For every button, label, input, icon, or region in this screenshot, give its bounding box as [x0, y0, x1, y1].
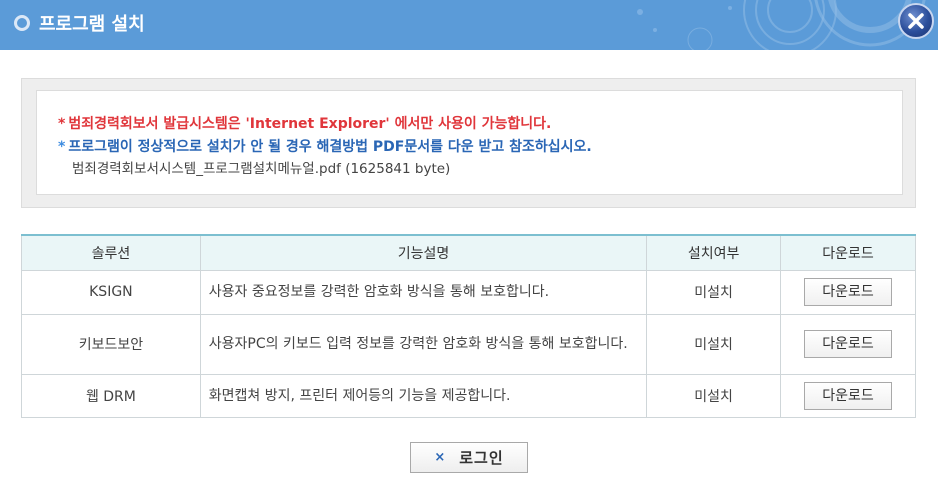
download-button[interactable]: 다운로드: [804, 278, 893, 306]
download-cell: 다운로드: [780, 373, 916, 418]
download-button[interactable]: 다운로드: [804, 330, 893, 358]
solution-description: 화면캡쳐 방지, 프린터 제어등의 기능을 제공합니다.: [199, 373, 648, 418]
download-cell: 다운로드: [780, 269, 916, 315]
star-bullet-icon: *: [58, 116, 66, 132]
ring-bullet-icon: [14, 15, 30, 31]
close-button[interactable]: [898, 3, 934, 39]
table-row: KSIGN 사용자 중요정보를 강력한 암호화 방식을 통해 보호합니다. 미설…: [21, 269, 916, 315]
notice-ie-only: * 범죄경력회보서 발급시스템은 'Internet Explorer' 에서만 …: [58, 113, 551, 133]
notice-ie-only-text: 범죄경력회보서 발급시스템은 'Internet Explorer' 에서만 사…: [68, 116, 552, 132]
table-row: 키보드보안 사용자PC의 키보드 입력 정보를 강력한 암호화 방식을 통해 보…: [21, 313, 916, 375]
header-install-status: 설치여부: [646, 234, 782, 271]
login-label: 로그인: [459, 449, 504, 467]
table-header-row: 솔루션 기능설명 설치여부 다운로드: [21, 234, 916, 271]
solution-name: KSIGN: [21, 269, 201, 315]
header-solution: 솔루션: [21, 234, 201, 271]
install-status: 미설치: [646, 269, 782, 315]
dialog-header: 프로그램 설치: [0, 0, 938, 50]
notice-panel: * 범죄경력회보서 발급시스템은 'Internet Explorer' 에서만 …: [21, 78, 916, 208]
solution-name: 키보드보안: [21, 313, 201, 375]
install-status: 미설치: [646, 373, 782, 418]
header-title-group: 프로그램 설치: [14, 11, 145, 35]
login-button[interactable]: × 로그인: [410, 442, 528, 473]
dialog-title: 프로그램 설치: [39, 14, 145, 35]
download-button[interactable]: 다운로드: [804, 381, 893, 410]
solution-description: 사용자 중요정보를 강력한 암호화 방식을 통해 보호합니다.: [199, 269, 648, 315]
notice-box: * 범죄경력회보서 발급시스템은 'Internet Explorer' 에서만 …: [36, 90, 903, 195]
solution-description: 사용자PC의 키보드 입력 정보를 강력한 암호화 방식을 통해 보호합니다.: [199, 313, 648, 375]
solution-name: 웹 DRM: [21, 373, 201, 418]
table-row: 웹 DRM 화면캡쳐 방지, 프린터 제어등의 기능을 제공합니다. 미설치 다…: [21, 373, 916, 418]
install-status: 미설치: [646, 313, 782, 375]
header-download: 다운로드: [780, 234, 916, 271]
star-bullet-icon: *: [58, 139, 66, 155]
header-description: 기능설명: [199, 234, 648, 271]
close-x-icon: ×: [434, 450, 446, 465]
manual-pdf-link[interactable]: 범죄경력회보서시스템_프로그램설치메뉴얼.pdf (1625841 byte): [72, 157, 450, 177]
download-cell: 다운로드: [780, 313, 916, 375]
close-icon: [908, 13, 924, 29]
solution-table: 솔루션 기능설명 설치여부 다운로드 KSIGN 사용자 중요정보를 강력한 암…: [21, 234, 916, 418]
notice-pdf-guide: * 프로그램이 정상적으로 설치가 안 될 경우 해결방법 PDF문서를 다운 받…: [58, 136, 592, 156]
notice-pdf-guide-text: 프로그램이 정상적으로 설치가 안 될 경우 해결방법 PDF문서를 다운 받고…: [68, 139, 592, 155]
